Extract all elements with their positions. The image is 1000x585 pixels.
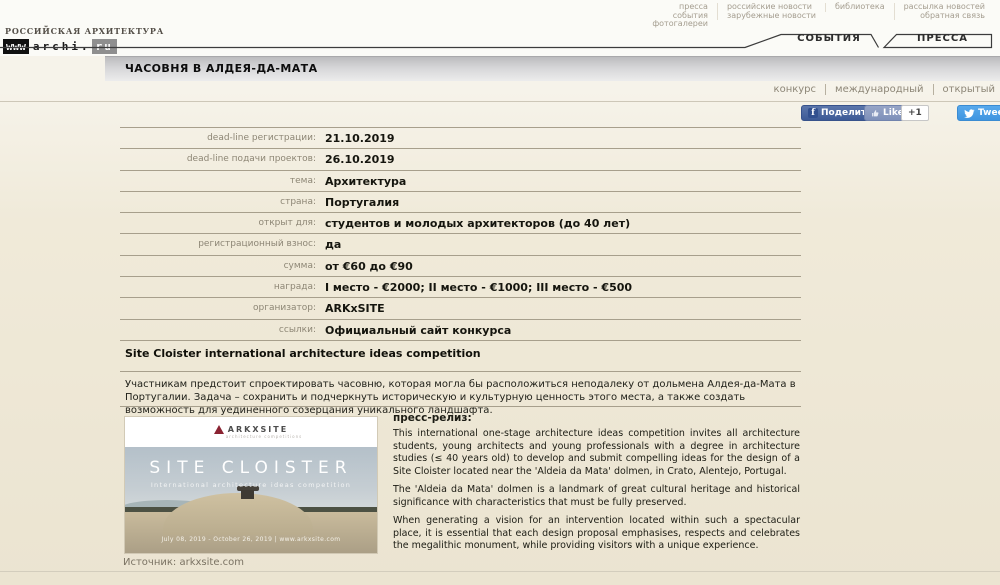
plus-one-button[interactable]: +1 xyxy=(901,105,929,121)
row-value: да xyxy=(325,234,341,254)
poster-subtitle: International architecture ideas competi… xyxy=(125,481,377,489)
press-release-label: пресс-релиз: xyxy=(393,412,800,424)
poster-dates: July 08, 2019 - October 26, 2019 | www.a… xyxy=(125,536,377,543)
top-nav-col-2: российские новости зарубежные новости xyxy=(717,3,825,20)
top-nav-col-1: пресса события фотогалереи xyxy=(643,3,717,29)
table-row: тема:Архитектура xyxy=(120,171,801,192)
row-value: Архитектура xyxy=(325,171,406,191)
top-nav: пресса события фотогалереи российские но… xyxy=(643,3,994,29)
press-paragraph: This international one-stage architectur… xyxy=(393,428,800,478)
nav-link-foreign-news[interactable]: зарубежные новости xyxy=(727,12,816,21)
source-link[interactable]: arkxsite.com xyxy=(179,557,244,568)
thumbs-up-icon xyxy=(871,109,880,118)
tag-otkryty[interactable]: открытый xyxy=(933,84,995,95)
nav-link-library[interactable]: библиотека xyxy=(835,3,885,12)
poster-brand-sub: architecture competitions xyxy=(226,434,302,439)
page: пресса события фотогалереи российские но… xyxy=(0,0,1000,585)
row-label: dead-line подачи проектов: xyxy=(120,149,325,169)
table-row: dead-line подачи проектов:26.10.2019 xyxy=(120,149,801,170)
row-label: страна: xyxy=(120,192,325,212)
page-title: ЧАСОВНЯ В АЛДЕЯ-ДА-МАТА xyxy=(105,57,1000,81)
facebook-icon: f xyxy=(808,108,818,118)
row-label: регистрационный взнос: xyxy=(120,234,325,254)
row-label: организатор: xyxy=(120,298,325,318)
tab-press[interactable]: ПРЕССА xyxy=(893,33,992,44)
plus-one-label: +1 xyxy=(908,108,922,118)
table-row: сумма:от €60 до €90 xyxy=(120,256,801,277)
row-value: ARKxSITE xyxy=(325,298,385,318)
press-paragraph: When generating a vision for an interven… xyxy=(393,515,800,553)
top-nav-col-4: рассылка новостей обратная связь xyxy=(894,3,994,20)
title-bar: ЧАСОВНЯ В АЛДЕЯ-ДА-МАТА xyxy=(105,56,1000,81)
table-row: страна:Португалия xyxy=(120,192,801,213)
source-line: Источник: arkxsite.com xyxy=(123,557,244,568)
header: пресса события фотогалереи российские но… xyxy=(0,0,1000,56)
twitter-bird-icon xyxy=(964,108,975,119)
row-value: I место - €2000; II место - €1000; III м… xyxy=(325,277,632,297)
row-value: 21.10.2019 xyxy=(325,128,395,148)
tag-konkurs[interactable]: конкурс xyxy=(774,84,817,95)
table-row: регистрационный взнос:да xyxy=(120,234,801,255)
poster-brand: ARKXSITE xyxy=(228,425,288,434)
arkxsite-logo-icon xyxy=(214,425,224,434)
row-value: от €60 до €90 xyxy=(325,256,413,276)
official-site-link[interactable]: Официальный сайт конкурса xyxy=(325,320,511,340)
top-nav-col-3: библиотека xyxy=(825,3,894,12)
divider xyxy=(120,371,801,372)
poster-header: ARKXSITE architecture competitions xyxy=(125,417,377,447)
nav-link-feedback[interactable]: обратная связь xyxy=(904,12,985,21)
table-row: открыт для:студентов и молодых архитекто… xyxy=(120,213,801,234)
details-table: dead-line регистрации:21.10.2019 dead-li… xyxy=(120,127,801,341)
row-label: тема: xyxy=(120,171,325,191)
table-row: организатор:ARKxSITE xyxy=(120,298,801,319)
dolmen-icon xyxy=(241,490,254,499)
table-row: ссылки:Официальный сайт конкурса xyxy=(120,320,801,341)
press-paragraph: The 'Aldeia da Mata' dolmen is a landmar… xyxy=(393,484,800,509)
tag-links: конкурс международный открытый xyxy=(774,84,995,95)
poster-title: SITE CLOISTER xyxy=(125,458,377,478)
row-value: Португалия xyxy=(325,192,399,212)
divider xyxy=(0,101,1000,102)
divider xyxy=(120,406,801,407)
source-label: Источник: xyxy=(123,557,176,568)
row-value: студентов и молодых архитекторов (до 40 … xyxy=(325,213,630,233)
competition-poster-image[interactable]: ARKXSITE architecture competitions SITE … xyxy=(125,417,377,553)
row-label: сумма: xyxy=(120,256,325,276)
tab-events[interactable]: СОБЫТИЯ xyxy=(783,33,875,44)
row-label: открыт для: xyxy=(120,213,325,233)
divider xyxy=(0,571,1000,572)
row-label: dead-line регистрации: xyxy=(120,128,325,148)
table-row: награда:I место - €2000; II место - €100… xyxy=(120,277,801,298)
press-release: пресс-релиз: This international one-stag… xyxy=(393,412,800,559)
article-heading: Site Cloister international architecture… xyxy=(125,347,481,360)
row-label: награда: xyxy=(120,277,325,297)
tag-mezhdunarodny[interactable]: международный xyxy=(825,84,924,95)
tweet-button[interactable]: Tweet xyxy=(957,105,1000,121)
tweet-label: Tweet xyxy=(978,108,1000,118)
row-value: 26.10.2019 xyxy=(325,149,395,169)
row-label: ссылки: xyxy=(120,320,325,340)
table-row: dead-line регистрации:21.10.2019 xyxy=(120,128,801,149)
